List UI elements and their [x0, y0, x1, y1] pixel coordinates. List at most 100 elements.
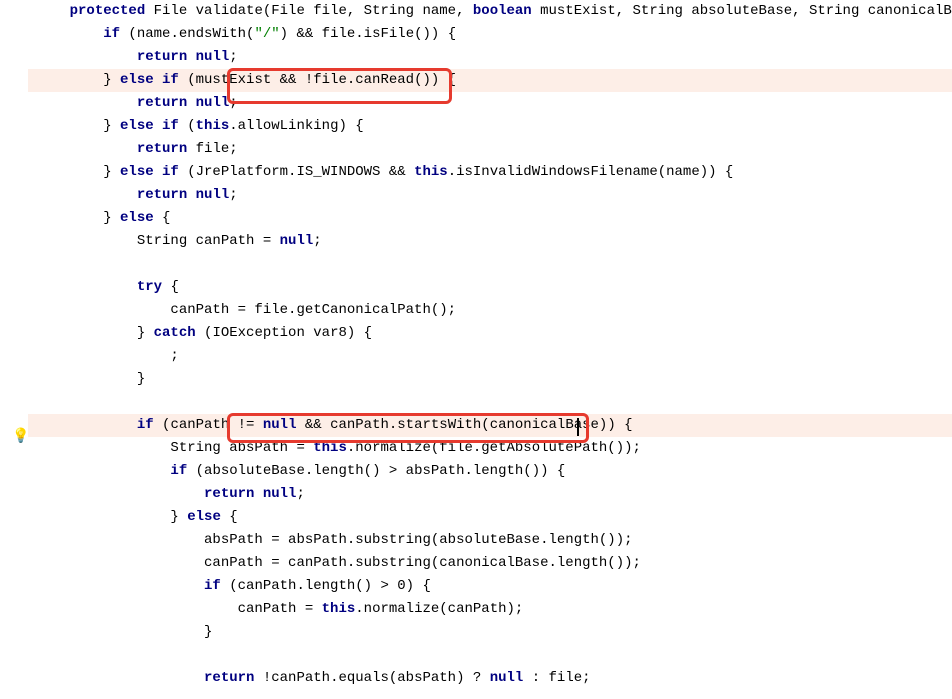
code-token: return null: [137, 95, 229, 111]
code-token: ;: [313, 233, 321, 249]
code-line[interactable]: [28, 253, 952, 276]
code-line[interactable]: if (canPath != null && canPath.startsWit…: [28, 414, 952, 437]
code-token: }: [36, 624, 212, 640]
code-line[interactable]: return file;: [28, 138, 952, 161]
code-line[interactable]: } catch (IOException var8) {: [28, 322, 952, 345]
code-token: (absoluteBase.length() > absPath.length(…: [187, 463, 565, 479]
code-line[interactable]: String canPath = null;: [28, 230, 952, 253]
code-token: }: [36, 371, 145, 387]
code-token: if: [103, 26, 120, 42]
code-token: else if: [120, 118, 179, 134]
code-token: [36, 486, 204, 502]
code-token: canPath =: [36, 601, 322, 617]
code-token: if: [137, 417, 154, 433]
code-token: catch: [154, 325, 196, 341]
code-token: return: [204, 670, 254, 686]
code-token: [36, 279, 137, 295]
code-line[interactable]: if (absoluteBase.length() > absPath.leng…: [28, 460, 952, 483]
code-line[interactable]: return null;: [28, 483, 952, 506]
code-token: protected: [70, 3, 146, 19]
code-line[interactable]: canPath = file.getCanonicalPath();: [28, 299, 952, 322]
code-token: {: [221, 509, 238, 525]
code-token: }: [36, 118, 120, 134]
code-token: [36, 95, 137, 111]
code-line[interactable]: [28, 391, 952, 414]
code-token: ;: [36, 348, 179, 364]
code-line[interactable]: }: [28, 368, 952, 391]
code-token: else if: [120, 72, 179, 88]
code-token: .normalize(canPath);: [355, 601, 523, 617]
code-token: [36, 49, 137, 65]
code-token: this: [414, 164, 448, 180]
code-token: if: [170, 463, 187, 479]
code-token: }: [36, 325, 154, 341]
code-line[interactable]: protected File validate(File file, Strin…: [28, 0, 952, 23]
code-token: [36, 3, 70, 19]
code-line[interactable]: if (name.endsWith("/") && file.isFile())…: [28, 23, 952, 46]
code-line[interactable]: absPath = absPath.substring(absoluteBase…: [28, 529, 952, 552]
gutter: 💡: [0, 0, 28, 699]
code-token: (: [179, 118, 196, 134]
code-token: }: [36, 509, 187, 525]
code-line[interactable]: }: [28, 621, 952, 644]
lightbulb-icon[interactable]: 💡: [12, 426, 26, 440]
code-token: ;: [229, 187, 237, 203]
code-token: mustExist, String absoluteBase, String c…: [532, 3, 952, 19]
code-token: return null: [137, 187, 229, 203]
code-line[interactable]: return null;: [28, 184, 952, 207]
code-token: [36, 26, 103, 42]
code-line[interactable]: } else if (this.allowLinking) {: [28, 115, 952, 138]
code-line[interactable]: } else if (JrePlatform.IS_WINDOWS && thi…: [28, 161, 952, 184]
code-token: (name.endsWith(: [120, 26, 254, 42]
code-token: file;: [187, 141, 237, 157]
code-token: [36, 417, 137, 433]
code-line[interactable]: String absPath = this.normalize(file.get…: [28, 437, 952, 460]
code-token: [36, 578, 204, 594]
code-line[interactable]: try {: [28, 276, 952, 299]
code-token: return null: [204, 486, 296, 502]
code-token: (canPath !=: [154, 417, 263, 433]
code-token: ;: [296, 486, 304, 502]
code-token: [36, 187, 137, 203]
code-line[interactable]: } else if (mustExist && !file.canRead())…: [28, 69, 952, 92]
code-token: !canPath.equals(absPath) ?: [254, 670, 489, 686]
code-token: ;: [229, 95, 237, 111]
code-token: boolean: [473, 3, 532, 19]
code-token: "/": [254, 26, 279, 42]
code-token: [36, 670, 204, 686]
code-token: absPath = absPath.substring(absoluteBase…: [36, 532, 633, 548]
code-line[interactable]: return null;: [28, 46, 952, 69]
code-area[interactable]: protected File validate(File file, Strin…: [28, 0, 952, 690]
code-line[interactable]: canPath = canPath.substring(canonicalBas…: [28, 552, 952, 575]
code-line[interactable]: return null;: [28, 92, 952, 115]
code-token: {: [162, 279, 179, 295]
code-editor[interactable]: 💡 protected File validate(File file, Str…: [0, 0, 952, 699]
code-line[interactable]: ;: [28, 345, 952, 368]
code-token: .allowLinking) {: [229, 118, 363, 134]
code-token: ;: [229, 49, 237, 65]
code-line[interactable]: } else {: [28, 207, 952, 230]
code-token: if: [204, 578, 221, 594]
code-token: .normalize(file.getAbsolutePath());: [347, 440, 641, 456]
code-line[interactable]: return !canPath.equals(absPath) ? null :…: [28, 667, 952, 690]
code-token: }: [36, 72, 120, 88]
code-token: }: [36, 164, 120, 180]
code-token: return null: [137, 49, 229, 65]
code-token: this: [322, 601, 356, 617]
code-token: .isInvalidWindowsFilename(name)) {: [448, 164, 734, 180]
code-token: ) && file.isFile()) {: [280, 26, 456, 42]
code-token: [36, 463, 170, 479]
code-token: try: [137, 279, 162, 295]
code-token: [36, 141, 137, 157]
code-token: && canPath.startsWith(canonicalBase)) {: [296, 417, 632, 433]
code-token: this: [196, 118, 230, 134]
code-line[interactable]: if (canPath.length() > 0) {: [28, 575, 952, 598]
code-line[interactable]: canPath = this.normalize(canPath);: [28, 598, 952, 621]
code-token: (mustExist && !file.canRead()) {: [179, 72, 456, 88]
code-token: else: [120, 210, 154, 226]
code-line[interactable]: [28, 644, 952, 667]
code-line[interactable]: } else {: [28, 506, 952, 529]
code-token: canPath = file.getCanonicalPath();: [36, 302, 456, 318]
text-caret: [577, 418, 579, 436]
code-token: else if: [120, 164, 179, 180]
